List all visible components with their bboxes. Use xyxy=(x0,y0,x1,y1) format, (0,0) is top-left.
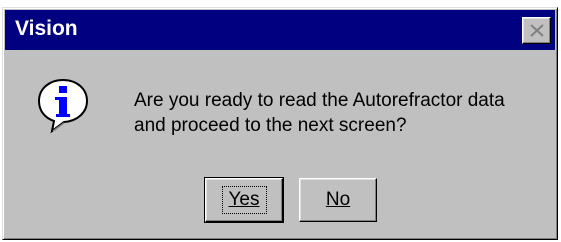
dialog-message: Are you ready to read the Autorefractor … xyxy=(134,88,549,138)
message-dialog: Vision Are you ready to read the Autoref… xyxy=(2,7,558,240)
yes-button-label: Yes xyxy=(228,189,260,210)
window-title: Vision xyxy=(15,17,78,40)
close-icon xyxy=(529,24,544,37)
no-button[interactable]: No xyxy=(299,178,377,222)
yes-focus-ring: Yes xyxy=(221,186,267,214)
message-line-2: and proceed to the next screen? xyxy=(134,115,407,136)
message-line-1: Are you ready to read the Autorefractor … xyxy=(134,90,505,111)
title-bar[interactable]: Vision xyxy=(5,10,555,50)
close-button[interactable] xyxy=(522,17,551,44)
no-button-label: No xyxy=(325,189,351,210)
info-icon xyxy=(37,78,89,134)
yes-button[interactable]: Yes xyxy=(204,177,284,223)
